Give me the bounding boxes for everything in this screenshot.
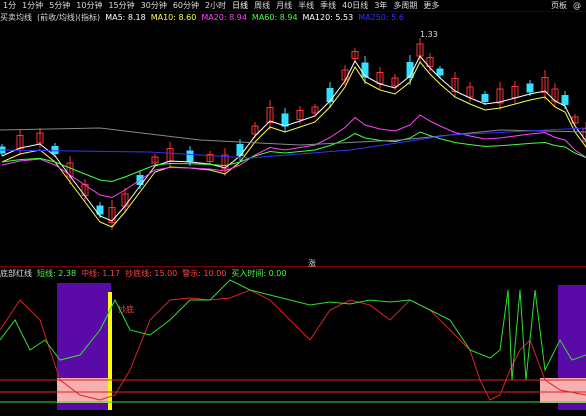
candle-body <box>361 62 369 78</box>
candle-body <box>526 83 534 93</box>
candle-body <box>561 95 569 105</box>
high-price-annotation: 1.33 <box>420 30 438 39</box>
ma60-line <box>1 131 586 183</box>
ma250-line <box>0 127 586 146</box>
ma120-line <box>0 127 586 159</box>
ma20-line <box>1 114 586 199</box>
candle-body <box>326 88 334 102</box>
candle-body <box>436 68 444 76</box>
candle-body <box>186 150 194 162</box>
candle-body <box>51 146 59 154</box>
chart-canvas[interactable] <box>0 0 586 416</box>
bottom-signal-label: 抄底 <box>118 305 134 314</box>
candle-body <box>481 94 489 102</box>
candle-body <box>281 113 289 127</box>
